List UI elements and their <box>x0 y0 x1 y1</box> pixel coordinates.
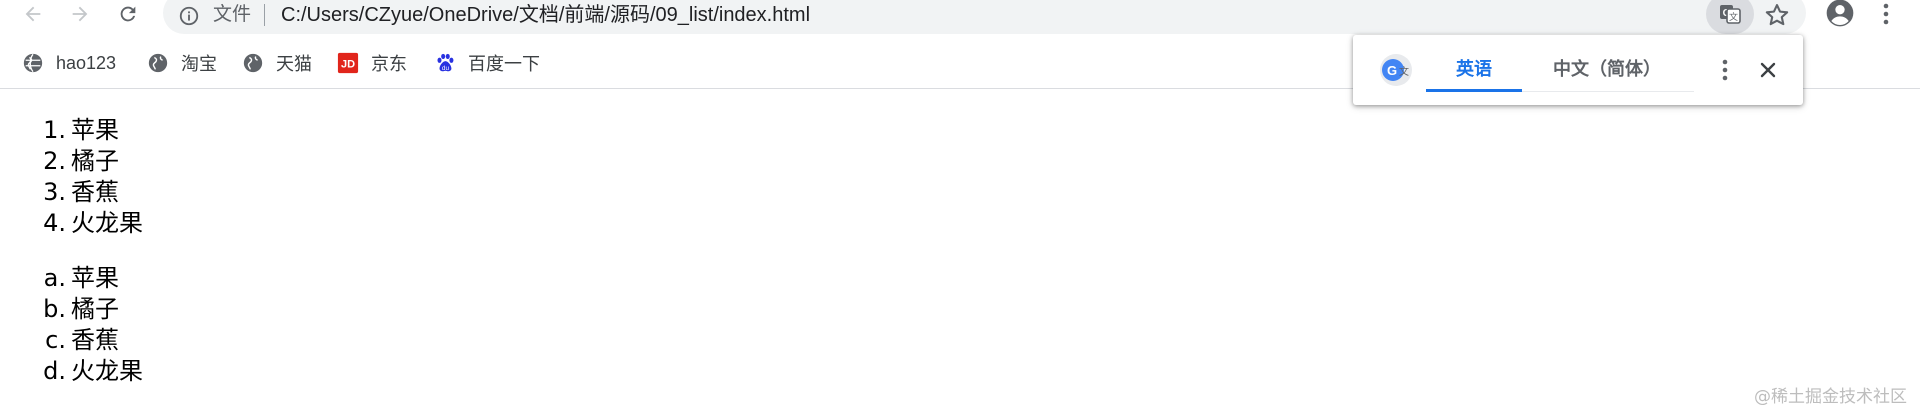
close-icon[interactable] <box>1757 59 1779 81</box>
list-marker: c. <box>45 326 66 354</box>
list-item-text: 苹果 <box>71 116 119 144</box>
bookmark-label: 淘宝 <box>181 54 217 74</box>
translate-icon: G 文 <box>1720 5 1741 24</box>
more-options-icon[interactable] <box>1715 55 1735 85</box>
address-bar[interactable]: 文件 C:/Users/CZyue/OneDrive/文档/前端/源码/09_l… <box>163 0 1806 34</box>
list-item: 2. 橘子 <box>0 146 150 177</box>
list-marker: d. <box>43 357 66 385</box>
list-marker: 3. <box>43 178 66 206</box>
list-item: d. 火龙果 <box>0 356 150 387</box>
list-item: c. 香蕉 <box>0 325 150 356</box>
list-item: 1. 苹果 <box>0 115 150 146</box>
browser-toolbar: 文件 C:/Users/CZyue/OneDrive/文档/前端/源码/09_l… <box>0 0 1920 34</box>
globe-icon <box>22 52 44 74</box>
translate-page-button[interactable]: G 文 <box>1706 0 1754 34</box>
active-tab-indicator <box>1426 89 1522 92</box>
list-marker: 2. <box>43 147 66 175</box>
list-marker: a. <box>43 264 66 292</box>
url-divider <box>264 4 265 26</box>
arrow-right-icon <box>72 6 88 22</box>
list-marker: 4. <box>43 209 66 237</box>
globe-icon <box>147 52 169 74</box>
url-scheme-label: 文件 <box>213 4 252 25</box>
bookmark-label: 百度一下 <box>468 54 540 74</box>
reload-icon <box>120 6 136 22</box>
list-item-text: 火龙果 <box>71 209 143 237</box>
translate-bubble: G 文 英语 中文（简体） <box>1353 35 1803 105</box>
reload-button[interactable] <box>112 0 144 28</box>
bookmark-baidu[interactable]: du 百度一下 <box>434 46 540 80</box>
list-item-text: 橘子 <box>71 147 119 175</box>
url-text[interactable]: C:/Users/CZyue/OneDrive/文档/前端/源码/09_list… <box>281 3 810 27</box>
list-item-text: 火龙果 <box>71 357 143 385</box>
baidu-paw-icon: du <box>434 52 456 74</box>
list-item: 4. 火龙果 <box>0 208 150 239</box>
svg-text:文: 文 <box>1399 65 1409 78</box>
back-button[interactable] <box>17 0 49 28</box>
svg-text:文: 文 <box>1729 11 1738 23</box>
list-marker: 1. <box>43 116 66 144</box>
list-item-text: 香蕉 <box>71 178 119 206</box>
list-item-text: 苹果 <box>71 264 119 292</box>
svg-text:JD: JD <box>341 59 355 71</box>
arrow-left-icon <box>25 6 41 22</box>
bookmark-label: hao123 <box>56 52 117 73</box>
bookmark-jd[interactable]: JD 京东 <box>337 46 407 80</box>
bookmark-hao123[interactable]: hao123 <box>22 46 116 80</box>
watermark: @稀土掘金技术社区 <box>1754 387 1907 407</box>
globe-icon <box>242 52 264 74</box>
jd-logo-icon: JD <box>337 52 359 74</box>
tab-target-language[interactable]: 中文（简体） <box>1553 55 1661 81</box>
tab-source-language[interactable]: 英语 <box>1456 55 1492 81</box>
list-item-text: 香蕉 <box>71 326 119 354</box>
kebab-menu-icon[interactable] <box>1876 0 1896 28</box>
account-icon[interactable] <box>1824 0 1856 29</box>
bookmark-tmall[interactable]: 天猫 <box>242 46 312 80</box>
svg-text:du: du <box>442 65 450 72</box>
star-icon[interactable] <box>1763 1 1791 29</box>
list-marker: b. <box>43 295 66 323</box>
list-item-text: 橘子 <box>71 295 119 323</box>
list-item: a. 苹果 <box>0 263 150 294</box>
google-translate-logo-icon: G 文 <box>1380 54 1412 86</box>
bookmark-label: 京东 <box>371 54 407 74</box>
info-icon[interactable] <box>178 5 200 27</box>
list-item: b. 橘子 <box>0 294 150 325</box>
svg-text:G: G <box>1387 63 1397 78</box>
forward-button[interactable] <box>64 0 96 28</box>
bookmark-taobao[interactable]: 淘宝 <box>147 46 217 80</box>
list-item: 3. 香蕉 <box>0 177 150 208</box>
bookmark-label: 天猫 <box>276 54 312 74</box>
